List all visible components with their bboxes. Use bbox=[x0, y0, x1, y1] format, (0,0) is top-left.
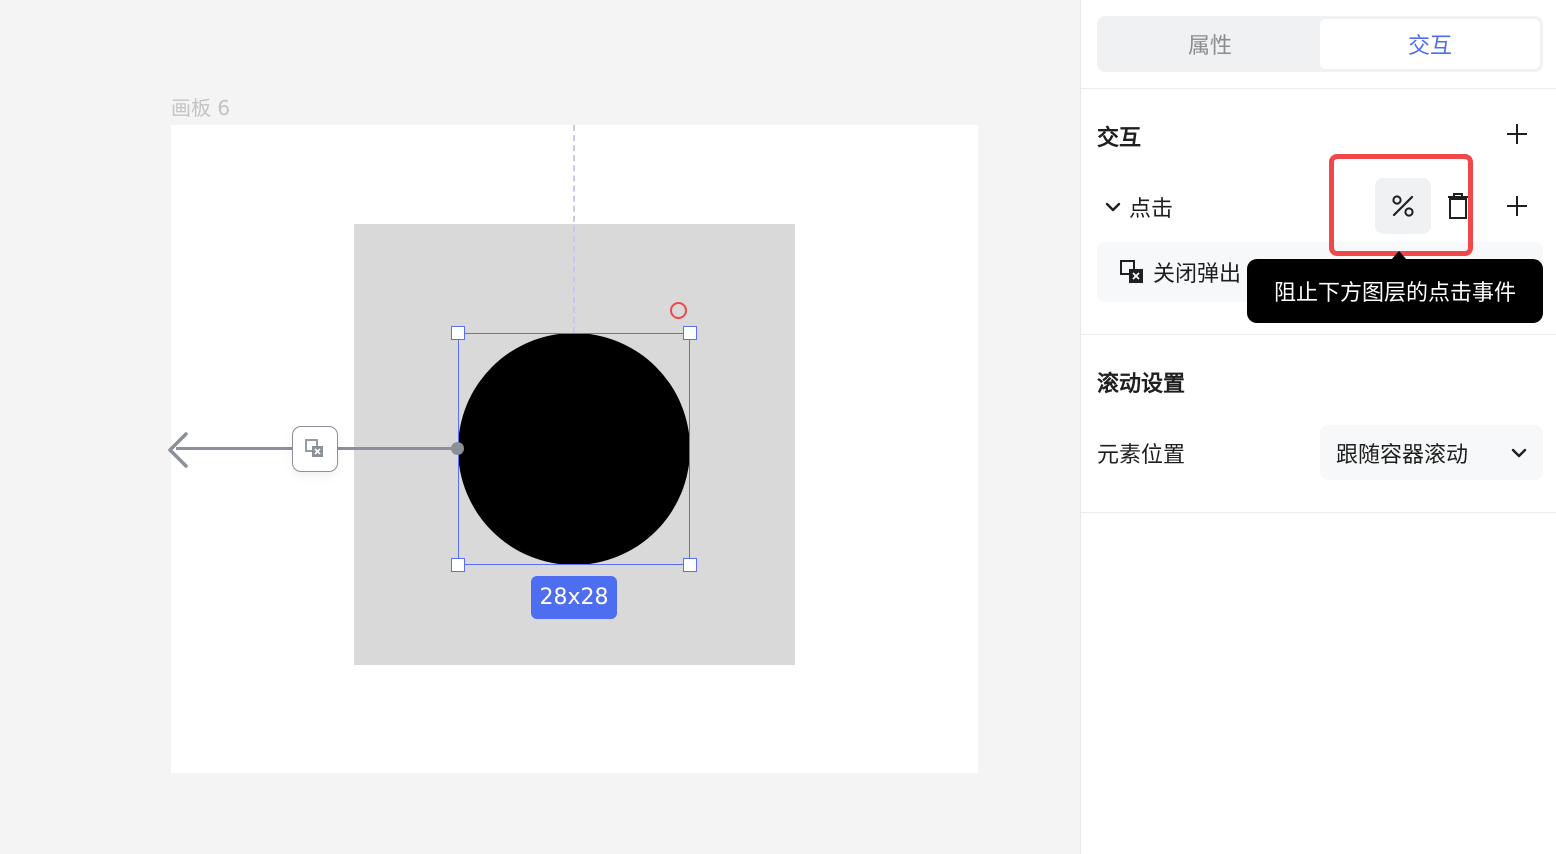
properties-panel: 属性 交互 交互 点击 关闭弹出 阻止下方图层的点击事件 滚动设置 元素位置 跟… bbox=[1080, 0, 1556, 854]
arrow-left-icon bbox=[168, 432, 188, 468]
panel-tabs: 属性 交互 bbox=[1097, 16, 1543, 72]
size-badge: 28x28 bbox=[531, 576, 617, 619]
action-label: 关闭弹出 bbox=[1153, 262, 1242, 287]
tab-interaction[interactable]: 交互 bbox=[1320, 19, 1540, 69]
artboard-label[interactable]: 画板 6 bbox=[171, 92, 230, 121]
alignment-guide bbox=[573, 125, 575, 333]
select-value: 跟随容器滚动 bbox=[1336, 442, 1469, 468]
divider bbox=[1081, 334, 1556, 335]
element-position-select[interactable]: 跟随容器滚动 bbox=[1320, 425, 1543, 480]
rotate-handle[interactable] bbox=[670, 302, 687, 319]
element-position-label: 元素位置 bbox=[1097, 443, 1186, 468]
close-popup-icon bbox=[305, 439, 323, 457]
trigger-label: 点击 bbox=[1129, 197, 1174, 222]
plus-icon bbox=[1507, 196, 1527, 216]
highlight-box bbox=[1329, 154, 1473, 256]
chevron-down-icon[interactable] bbox=[1103, 197, 1123, 217]
resize-handle-bottom-left[interactable] bbox=[451, 558, 465, 572]
trigger-row[interactable]: 点击 bbox=[1097, 186, 1173, 228]
scroll-section-title: 滚动设置 bbox=[1097, 372, 1186, 397]
plus-icon bbox=[1507, 124, 1527, 144]
link-anchor-dot[interactable] bbox=[451, 442, 464, 455]
interaction-node[interactable] bbox=[292, 426, 338, 472]
selection-box bbox=[458, 333, 690, 565]
add-interaction-button[interactable] bbox=[1501, 118, 1533, 150]
tooltip: 阻止下方图层的点击事件 bbox=[1247, 259, 1543, 323]
interaction-section-title: 交互 bbox=[1097, 126, 1142, 151]
resize-handle-bottom-right[interactable] bbox=[683, 558, 697, 572]
close-popup-icon bbox=[1120, 260, 1143, 283]
resize-handle-top-right[interactable] bbox=[683, 326, 697, 340]
divider bbox=[1081, 88, 1556, 89]
divider bbox=[1081, 512, 1556, 513]
add-action-button[interactable] bbox=[1501, 190, 1533, 222]
resize-handle-top-left[interactable] bbox=[451, 326, 465, 340]
chevron-down-icon bbox=[1511, 448, 1527, 458]
design-canvas[interactable]: 画板 6 28x28 bbox=[0, 0, 1080, 854]
tab-properties[interactable]: 属性 bbox=[1100, 19, 1320, 69]
